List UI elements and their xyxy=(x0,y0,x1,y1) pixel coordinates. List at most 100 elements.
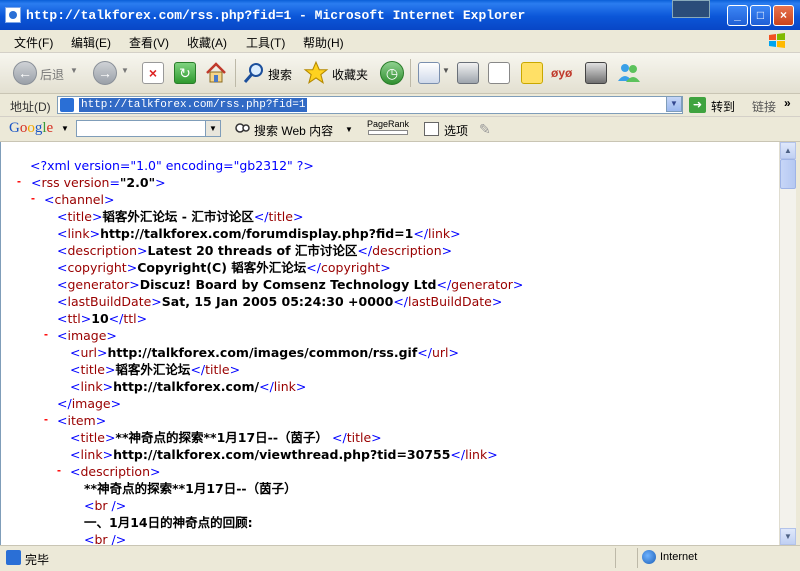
pagerank-label: PageRank xyxy=(367,119,410,129)
edit-icon[interactable] xyxy=(488,62,510,84)
item-open-tag: <item> xyxy=(57,413,107,428)
rss-open-tag: <rss version="2.0"> xyxy=(31,175,166,190)
favorites-button-label[interactable]: 收藏夹 xyxy=(332,66,368,83)
menu-edit[interactable]: 编辑(E) xyxy=(71,34,111,51)
collapse-description-toggle[interactable]: - xyxy=(57,463,61,477)
channel-open-tag: <channel> xyxy=(44,192,115,207)
vertical-scrollbar[interactable]: ▲ ▼ xyxy=(779,142,796,545)
mail-dropdown-icon[interactable]: ▼ xyxy=(442,66,450,75)
channel-description: <description>Latest 20 threads of 汇市讨论区<… xyxy=(57,243,453,258)
image-open-tag: <image> xyxy=(57,328,117,343)
search-icon[interactable] xyxy=(242,61,266,85)
menu-help[interactable]: 帮助(H) xyxy=(303,34,344,51)
back-dropdown-icon[interactable]: ▼ xyxy=(70,66,78,75)
address-bar: 地址(D) http://talkforex.com/rss.php?fid=1… xyxy=(0,94,800,117)
security-zone-label: Internet xyxy=(660,551,698,563)
go-button-label[interactable]: 转到 xyxy=(711,98,735,115)
internet-globe-icon xyxy=(642,550,656,564)
collapse-item-toggle[interactable]: - xyxy=(44,412,48,426)
messenger-people-icon[interactable] xyxy=(617,61,641,85)
item-description-line2: 一、1月14日的神奇点的回顾: xyxy=(84,515,253,530)
google-toolbar: Google ▼ ▼ 搜索 Web 内容 ▼ PageRank 选项 ✎ xyxy=(0,117,800,142)
item-title: <title>**神奇点的探索**1月17日--（茵子） </title> xyxy=(70,430,382,445)
google-search-icon[interactable] xyxy=(235,122,250,136)
history-icon[interactable]: ◷ xyxy=(380,61,404,85)
item-description-open-tag: <description> xyxy=(70,464,161,479)
messenger-tool-icon[interactable]: øyø xyxy=(551,63,577,83)
back-arrow-icon[interactable]: ← xyxy=(13,61,37,85)
home-icon[interactable] xyxy=(204,61,228,85)
status-bar: 完毕 Internet xyxy=(0,545,800,571)
menu-file[interactable]: 文件(F) xyxy=(14,34,53,51)
address-url-text[interactable]: http://talkforex.com/rss.php?fid=1 xyxy=(79,98,308,112)
forward-arrow-icon[interactable]: → xyxy=(93,61,117,85)
discuss-icon[interactable] xyxy=(521,62,543,84)
minimize-button[interactable]: _ xyxy=(727,5,748,26)
maximize-button[interactable]: □ xyxy=(750,5,771,26)
image-link: <link>http://talkforex.com/</link> xyxy=(70,379,307,394)
brand-logo-icon xyxy=(672,0,710,18)
chevron-right-icon[interactable]: » xyxy=(784,96,791,110)
menu-tools[interactable]: 工具(T) xyxy=(246,34,285,51)
standard-toolbar: ← 后退 ▼ → ▼ × ↻ 搜索 收藏夹 ◷ ▼ øyø xyxy=(0,53,800,94)
window-title: http://talkforex.com/rss.php?fid=1 - Mic… xyxy=(26,8,526,23)
status-text: 完毕 xyxy=(25,553,50,567)
title-bar: http://talkforex.com/rss.php?fid=1 - Mic… xyxy=(0,0,800,30)
menu-favorites[interactable]: 收藏(A) xyxy=(187,34,227,51)
image-url: <url>http://talkforex.com/images/common/… xyxy=(70,345,459,360)
ie-page-icon xyxy=(5,7,21,23)
google-search-input[interactable] xyxy=(76,120,221,137)
links-button[interactable]: 链接 xyxy=(752,98,776,115)
google-options-button[interactable]: 选项 xyxy=(444,122,468,139)
toolbar-separator xyxy=(410,59,411,87)
google-input-dropdown-icon[interactable]: ▼ xyxy=(205,120,221,137)
close-button[interactable]: × xyxy=(773,5,794,26)
google-logo[interactable]: Google xyxy=(9,120,53,137)
address-input[interactable]: http://talkforex.com/rss.php?fid=1 xyxy=(57,96,683,114)
favorites-star-icon[interactable] xyxy=(303,60,329,86)
menu-bar: 文件(F) 编辑(E) 查看(V) 收藏(A) 工具(T) 帮助(H) xyxy=(0,30,800,53)
scroll-up-icon[interactable]: ▲ xyxy=(780,142,796,159)
page-done-icon xyxy=(6,550,21,565)
mail-icon[interactable] xyxy=(418,62,440,84)
go-arrow-icon[interactable]: ➜ xyxy=(689,97,706,113)
google-search-dropdown-icon[interactable]: ▼ xyxy=(345,125,353,134)
status-divider xyxy=(637,548,638,568)
page-icon xyxy=(60,98,74,112)
google-options-icon[interactable] xyxy=(424,122,439,136)
channel-ttl: <ttl>10</ttl> xyxy=(57,311,148,326)
channel-lastbuilddate: <lastBuildDate>Sat, 15 Jan 2005 05:24:30… xyxy=(57,294,503,309)
forward-dropdown-icon[interactable]: ▼ xyxy=(121,66,129,75)
stop-icon[interactable]: × xyxy=(142,62,164,84)
refresh-icon[interactable]: ↻ xyxy=(174,62,196,84)
channel-generator: <generator>Discuz! Board by Comsenz Tech… xyxy=(57,277,524,292)
br-tag: <br /> xyxy=(84,498,127,513)
image-close-tag: </image> xyxy=(57,396,122,411)
channel-title: <title>韬客外汇论坛 - 汇市讨论区</title> xyxy=(57,209,304,224)
xml-content-area[interactable]: <?xml version="1.0" encoding="gb2312" ?>… xyxy=(0,142,779,545)
status-divider xyxy=(615,548,616,568)
channel-copyright: <copyright>Copyright(C) 韬客外汇论坛</copyrigh… xyxy=(57,260,391,275)
google-search-web-button[interactable]: 搜索 Web 内容 xyxy=(254,122,333,139)
scroll-down-icon[interactable]: ▼ xyxy=(780,528,796,545)
search-button-label[interactable]: 搜索 xyxy=(268,66,292,83)
address-dropdown-icon[interactable]: ▼ xyxy=(666,96,682,112)
br-tag: <br /> xyxy=(84,532,127,545)
scrollbar-thumb[interactable] xyxy=(780,159,796,189)
item-link: <link>http://talkforex.com/viewthread.ph… xyxy=(70,447,498,462)
collapse-image-toggle[interactable]: - xyxy=(44,327,48,341)
back-button-label[interactable]: 后退 xyxy=(40,66,64,83)
image-title: <title>韬客外汇论坛</title> xyxy=(70,362,241,377)
windows-logo-icon xyxy=(769,33,785,48)
toolbar-separator xyxy=(235,59,236,87)
pagerank-bar xyxy=(368,130,408,135)
print-icon[interactable] xyxy=(457,62,479,84)
collapse-rss-toggle[interactable]: - xyxy=(17,174,21,188)
highlight-pen-icon[interactable]: ✎ xyxy=(479,121,491,138)
address-label: 地址(D) xyxy=(10,100,51,114)
xml-declaration: <?xml version="1.0" encoding="gb2312" ?> xyxy=(30,158,314,173)
google-menu-dropdown-icon[interactable]: ▼ xyxy=(61,124,69,133)
menu-view[interactable]: 查看(V) xyxy=(129,34,169,51)
research-icon[interactable] xyxy=(585,62,607,84)
collapse-channel-toggle[interactable]: - xyxy=(31,191,35,205)
